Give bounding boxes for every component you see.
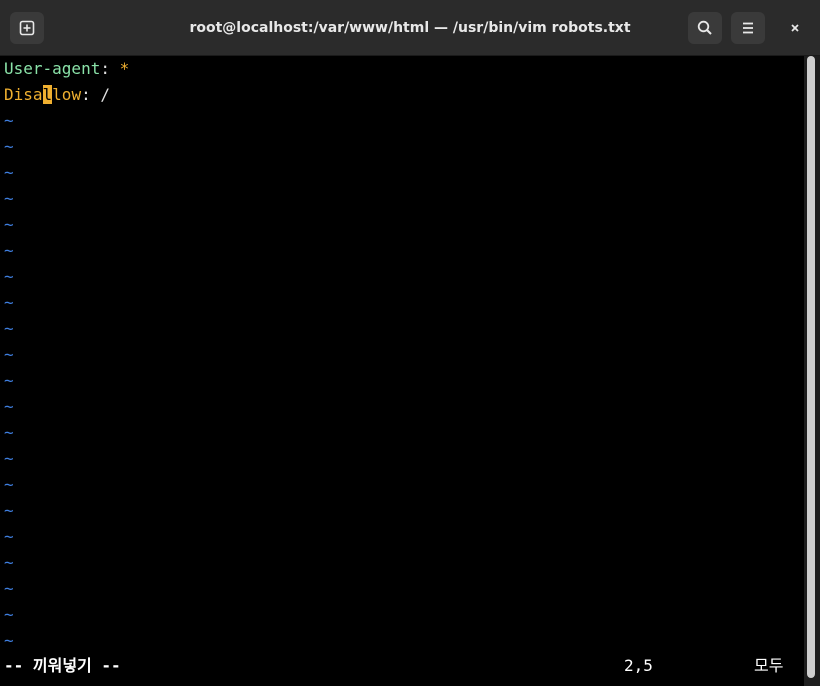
search-button[interactable] bbox=[688, 12, 722, 44]
scrollbar[interactable] bbox=[804, 56, 820, 686]
empty-line-marker: ~ bbox=[4, 189, 14, 208]
empty-line-marker: ~ bbox=[4, 397, 14, 416]
empty-line-marker: ~ bbox=[4, 449, 14, 468]
scrollbar-thumb[interactable] bbox=[807, 56, 815, 678]
empty-line-marker: ~ bbox=[4, 475, 14, 494]
editor-line-1: User-agent: * bbox=[4, 56, 129, 82]
empty-line-marker: ~ bbox=[4, 527, 14, 546]
empty-line-marker: ~ bbox=[4, 579, 14, 598]
close-button[interactable] bbox=[778, 12, 812, 44]
close-icon bbox=[791, 24, 799, 32]
line1-separator: : bbox=[100, 59, 120, 78]
empty-line-marker: ~ bbox=[4, 631, 14, 650]
empty-line-marker: ~ bbox=[4, 501, 14, 520]
vim-editor-area[interactable]: User-agent: * Disallow: / ~ ~ ~ ~ ~ ~ ~ … bbox=[0, 56, 800, 686]
vim-mode-indicator: -- 끼워넣기 -- bbox=[4, 656, 121, 675]
user-agent-value: * bbox=[119, 59, 130, 78]
search-icon bbox=[697, 20, 712, 35]
window-title: root@localhost:/var/www/html — /usr/bin/… bbox=[189, 20, 631, 36]
disallow-value: / bbox=[100, 85, 110, 104]
empty-line-marker: ~ bbox=[4, 137, 14, 156]
empty-line-marker: ~ bbox=[4, 241, 14, 260]
empty-line-marker: ~ bbox=[4, 605, 14, 624]
empty-line-marker: ~ bbox=[4, 267, 14, 286]
empty-line-marker: ~ bbox=[4, 345, 14, 364]
title-bar: root@localhost:/var/www/html — /usr/bin/… bbox=[0, 0, 820, 56]
new-tab-icon bbox=[19, 20, 35, 36]
scroll-position: 모두 bbox=[754, 656, 784, 675]
cursor-position: 2,5 bbox=[624, 656, 653, 675]
empty-line-marker: ~ bbox=[4, 111, 14, 130]
terminal-window: root@localhost:/var/www/html — /usr/bin/… bbox=[0, 0, 820, 686]
empty-line-marker: ~ bbox=[4, 319, 14, 338]
user-agent-key: User-agent bbox=[4, 59, 101, 78]
menu-button[interactable] bbox=[731, 12, 765, 44]
empty-line-marker: ~ bbox=[4, 293, 14, 312]
empty-line-marker: ~ bbox=[4, 163, 14, 182]
disallow-key-part2: low bbox=[52, 85, 82, 104]
line2-separator: : bbox=[81, 85, 101, 104]
empty-line-marker: ~ bbox=[4, 215, 14, 234]
disallow-key-part1: Disa bbox=[4, 85, 43, 104]
empty-line-marker: ~ bbox=[4, 423, 14, 442]
text-cursor: l bbox=[42, 85, 53, 104]
hamburger-menu-icon bbox=[743, 22, 753, 34]
empty-line-marker: ~ bbox=[4, 371, 14, 390]
new-tab-button[interactable] bbox=[10, 12, 44, 44]
empty-line-marker: ~ bbox=[4, 553, 14, 572]
editor-line-2: Disallow: / bbox=[4, 82, 110, 108]
